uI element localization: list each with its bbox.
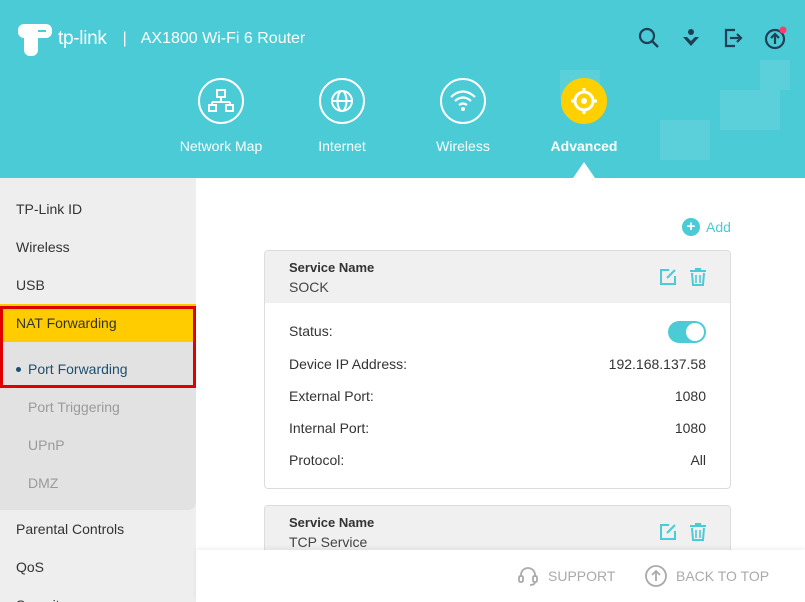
status-label: Status: xyxy=(289,323,333,339)
tp-link-logo-icon xyxy=(16,20,54,58)
edit-icon[interactable] xyxy=(658,522,678,542)
protocol-label: Protocol: xyxy=(289,452,345,468)
delete-icon[interactable] xyxy=(688,267,708,287)
add-button[interactable]: + Add xyxy=(682,218,731,236)
sidebar-item-usb[interactable]: USB xyxy=(0,266,196,304)
external-port-label: External Port: xyxy=(289,388,374,404)
nav-wireless[interactable]: Wireless xyxy=(408,78,518,154)
gear-icon xyxy=(561,78,607,124)
sidebar-subitem-port-triggering[interactable]: Port Triggering xyxy=(0,388,196,426)
sidebar-item-parental-controls[interactable]: Parental Controls xyxy=(0,510,196,548)
nav-label: Wireless xyxy=(436,138,490,154)
logout-icon[interactable] xyxy=(721,26,745,50)
back-to-top-label: BACK TO TOP xyxy=(676,568,770,584)
nav-internet[interactable]: Internet xyxy=(287,78,397,154)
back-to-top-link[interactable]: BACK TO TOP xyxy=(644,564,769,588)
sidebar-item-qos[interactable]: QoS xyxy=(0,548,196,586)
nav-network-map[interactable]: Network Map xyxy=(166,78,276,154)
external-port-row: External Port: 1080 xyxy=(289,388,706,408)
globe-icon xyxy=(319,78,365,124)
device-ip-row: Device IP Address: 192.168.137.58 xyxy=(289,356,706,376)
edit-icon[interactable] xyxy=(658,267,678,287)
device-ip-label: Device IP Address: xyxy=(289,356,408,372)
highlight-box xyxy=(0,306,196,388)
search-icon[interactable] xyxy=(637,26,661,50)
tp-link-logo: tp-link | AX1800 Wi-Fi 6 Router xyxy=(16,20,305,58)
nav-label: Network Map xyxy=(179,138,263,154)
nav-advanced[interactable]: Advanced xyxy=(529,78,639,154)
device-ip-value: 192.168.137.58 xyxy=(608,356,706,372)
sidebar-item-tp-link-id[interactable]: TP-Link ID xyxy=(0,190,196,228)
nav-label: Advanced xyxy=(550,138,618,154)
sidebar: TP-Link ID Wireless USB Port Forwarding … xyxy=(0,178,196,602)
entry-actions xyxy=(658,522,708,542)
protocol-row: Protocol: All xyxy=(289,452,706,472)
active-nav-indicator xyxy=(573,162,595,178)
sidebar-subitem-upnp[interactable]: UPnP xyxy=(0,426,196,464)
network-map-icon xyxy=(198,78,244,124)
entry-header: Service Name SOCK xyxy=(265,251,730,303)
firmware-update-icon[interactable] xyxy=(763,26,787,50)
product-name: AX1800 Wi-Fi 6 Router xyxy=(140,30,306,47)
header: tp-link | AX1800 Wi-Fi 6 Router Network … xyxy=(0,0,805,178)
nav-label: Internet xyxy=(318,138,366,154)
add-label: Add xyxy=(706,219,731,235)
sidebar-item-security[interactable]: Security xyxy=(0,586,196,602)
add-icon: + xyxy=(682,218,700,236)
protocol-value: All xyxy=(690,452,706,468)
wifi-icon xyxy=(440,78,486,124)
entry-actions xyxy=(658,267,708,287)
internal-port-value: 1080 xyxy=(674,420,706,436)
external-port-value: 1080 xyxy=(674,388,706,404)
headset-icon xyxy=(516,564,540,588)
status-toggle[interactable] xyxy=(668,321,706,343)
footer: SUPPORT BACK TO TOP xyxy=(196,550,805,602)
internal-port-label: Internal Port: xyxy=(289,420,370,436)
internal-port-row: Internal Port: 1080 xyxy=(289,420,706,440)
delete-icon[interactable] xyxy=(688,522,708,542)
logo-text: tp-link xyxy=(58,28,107,49)
support-label: SUPPORT xyxy=(548,568,616,584)
port-forwarding-entry: Service Name SOCK Status: Device IP Addr… xyxy=(264,250,731,489)
support-link[interactable]: SUPPORT xyxy=(516,564,615,588)
header-separator: | xyxy=(122,30,127,47)
header-toolbar xyxy=(637,26,787,50)
sidebar-subitem-dmz[interactable]: DMZ xyxy=(0,464,196,502)
account-icon[interactable] xyxy=(679,26,703,50)
main-navigation: Network Map Internet Wireless Advanced xyxy=(0,78,805,178)
arrow-up-circle-icon xyxy=(644,564,668,588)
status-row: Status: xyxy=(289,323,706,343)
sidebar-item-wireless[interactable]: Wireless xyxy=(0,228,196,266)
